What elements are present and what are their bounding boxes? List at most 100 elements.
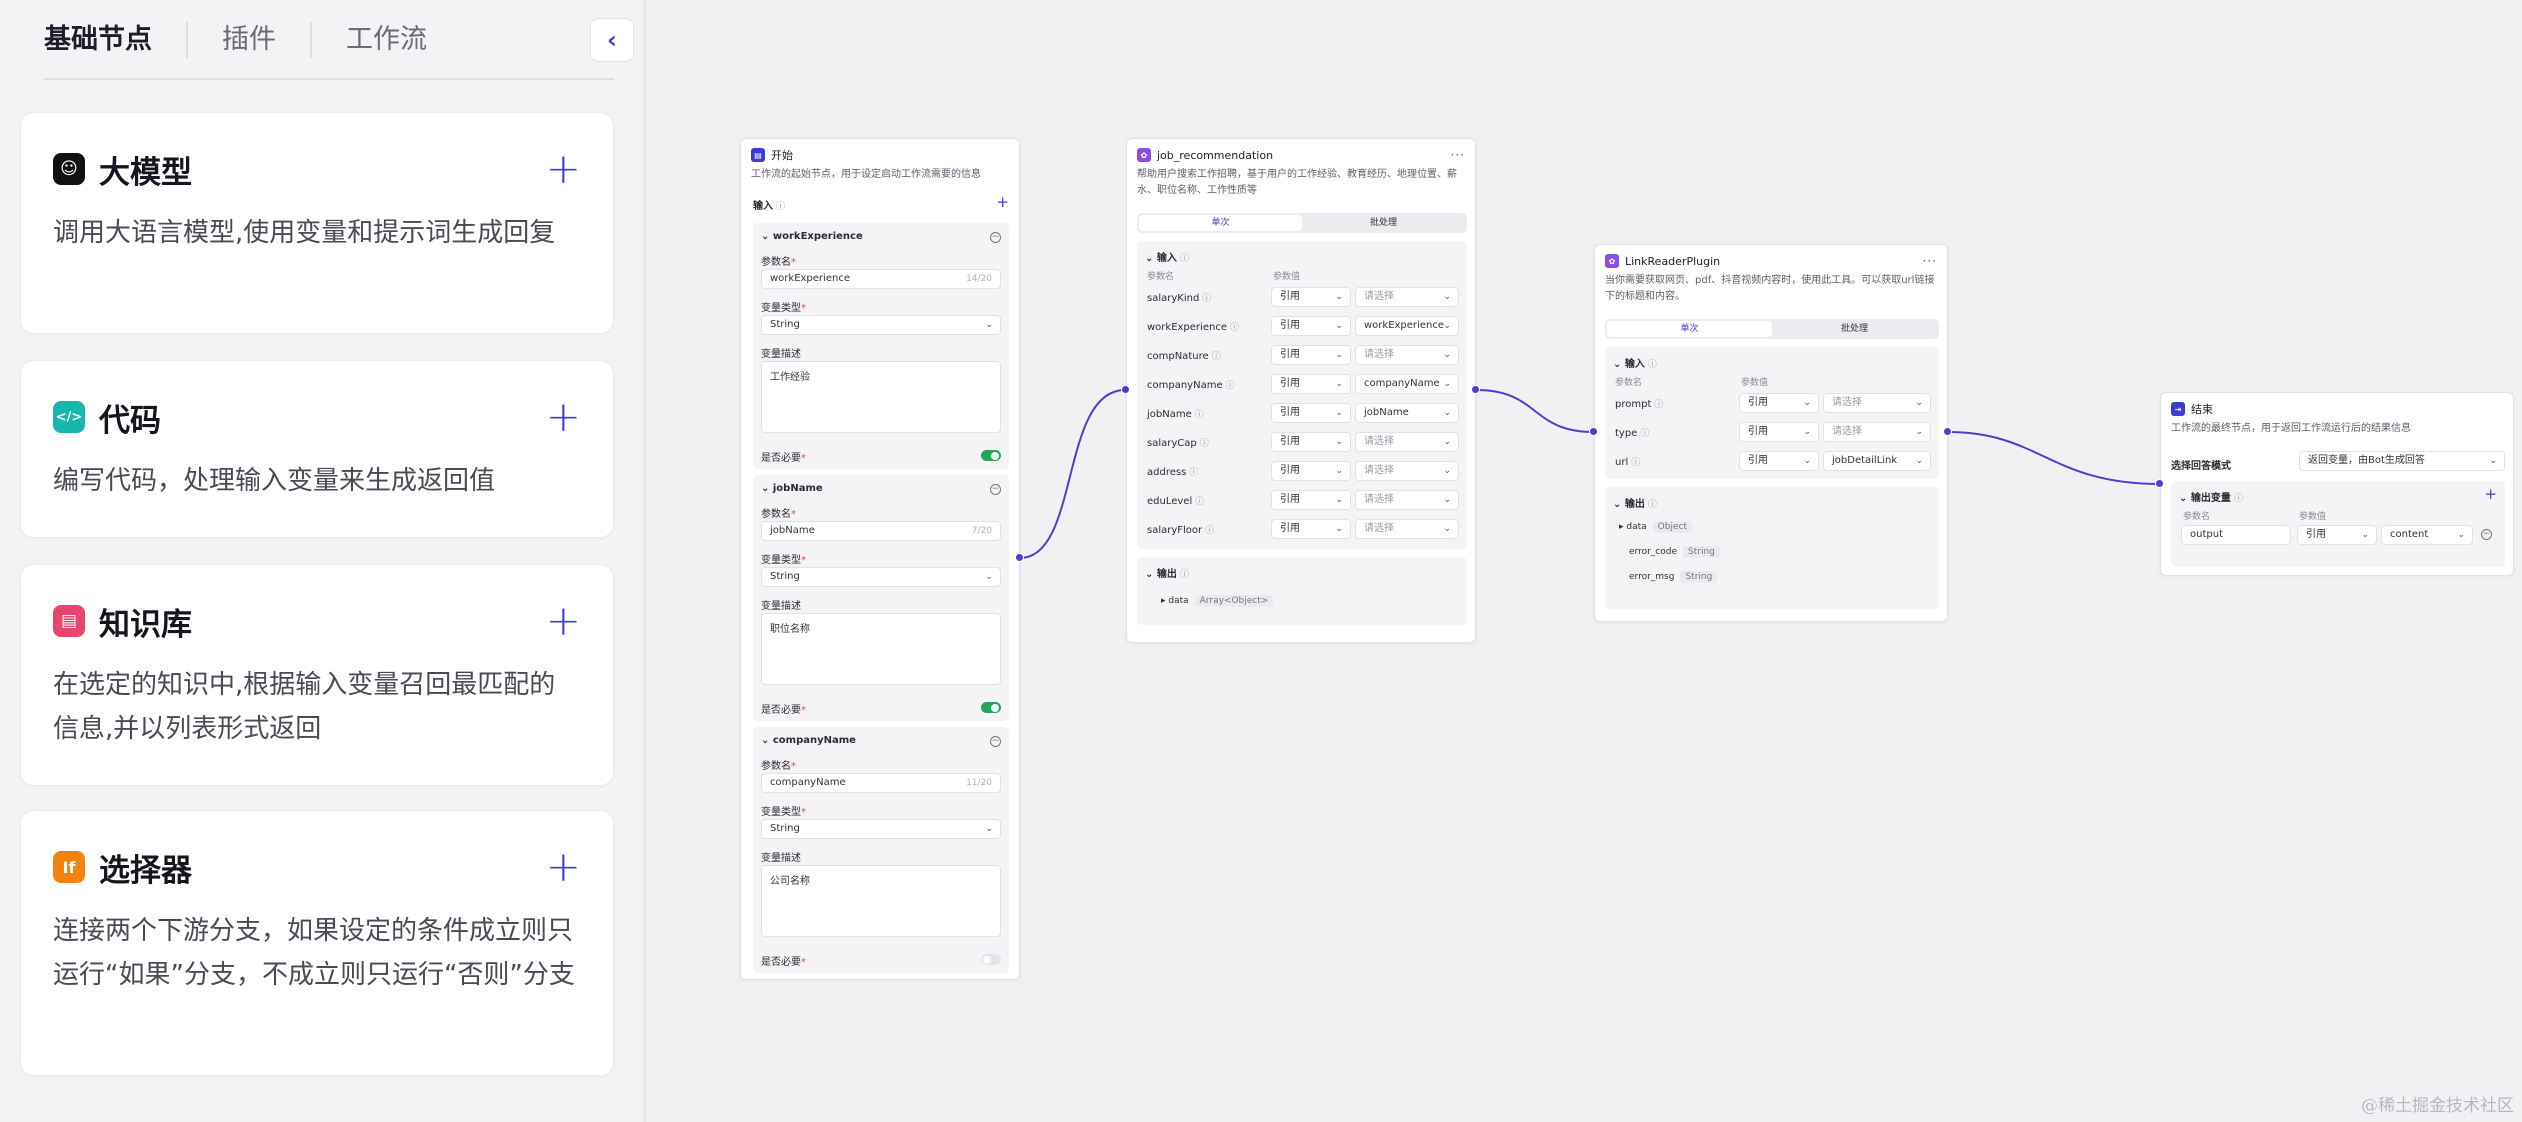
param-value-select[interactable]: workExperience ⌄ (1355, 316, 1459, 336)
wire-job-to-link[interactable] (1475, 389, 1595, 433)
param-header[interactable]: ⌄ jobName (761, 483, 823, 494)
tab-plugins[interactable]: 插件 (186, 22, 310, 58)
link-reader-node[interactable]: ✿ LinkReaderPlugin ··· 当你需要获取网页、pdf、抖音视频… (1594, 244, 1948, 622)
param-desc-textarea[interactable]: 职位名称 (761, 613, 1001, 685)
tab-single-run[interactable]: 单次 (1139, 215, 1302, 231)
ref-type-select[interactable]: 引用 ⌄ (1739, 422, 1819, 442)
ref-type-select[interactable]: 引用 ⌄ (1271, 374, 1351, 394)
more-icon[interactable]: ··· (1451, 148, 1465, 162)
param-desc-textarea[interactable]: 工作经验 (761, 361, 1001, 433)
collapse-sidebar-button[interactable]: ‹ (590, 18, 634, 62)
param-value-select[interactable]: 请选择 ⌄ (1823, 393, 1931, 413)
link-output-port[interactable] (1943, 427, 1952, 436)
output-row-error-code[interactable]: error_code String (1629, 546, 1720, 558)
required-toggle[interactable] (981, 954, 1001, 965)
ref-type-select[interactable]: 引用 ⌄ (1271, 287, 1351, 307)
remove-param-button[interactable]: − (990, 232, 1001, 243)
param-value-select[interactable]: 请选择 ⌄ (1823, 422, 1931, 442)
param-row-name-text: compNature (1147, 351, 1209, 362)
output-row-error-msg[interactable]: error_msg String (1629, 571, 1718, 583)
param-value-select[interactable]: 请选择 ⌄ (1355, 519, 1459, 539)
chevron-down-icon: ⌄ (1803, 398, 1811, 408)
output-ref-select[interactable]: 引用 ⌄ (2297, 525, 2377, 545)
more-icon[interactable]: ··· (1923, 254, 1937, 268)
ref-type-select[interactable]: 引用 ⌄ (1739, 451, 1819, 471)
end-node-desc: 工作流的最终节点，用于返回工作流运行后的结果信息 (2171, 423, 2411, 434)
param-type-label-text: 变量类型 (761, 303, 801, 314)
tab-batch-run[interactable]: 批处理 (1302, 215, 1465, 231)
param-value-select[interactable]: jobName ⌄ (1355, 403, 1459, 423)
param-desc-label: 变量描述 (761, 349, 801, 360)
card-code[interactable]: </> 代码 + 编写代码，处理输入变量来生成返回值 (20, 360, 614, 538)
tab-workflows[interactable]: 工作流 (310, 22, 461, 58)
param-header[interactable]: ⌄ companyName (761, 735, 856, 746)
card-knowledge[interactable]: ▤ 知识库 + 在选定的知识中,根据输入变量召回最匹配的信息,并以列表形式返回 (20, 564, 614, 786)
required-toggle[interactable] (981, 450, 1001, 461)
param-name-input[interactable]: jobName 7/20 (761, 521, 1001, 541)
link-input-port[interactable] (1589, 427, 1598, 436)
param-desc-textarea[interactable]: 公司名称 (761, 865, 1001, 937)
end-node[interactable]: ⇥ 结束 工作流的最终节点，用于返回工作流运行后的结果信息 选择回答模式 返回变… (2160, 392, 2514, 576)
param-value-select[interactable]: 请选择 ⌄ (1355, 490, 1459, 510)
param-row-name: companyName ⓘ (1147, 378, 1235, 391)
end-input-port[interactable] (2155, 479, 2164, 488)
ref-type-select[interactable]: 引用 ⌄ (1271, 519, 1351, 539)
ref-type-select[interactable]: 引用 ⌄ (1271, 316, 1351, 336)
output-row-data[interactable]: ▸ data Object (1619, 521, 1692, 533)
param-value-select[interactable]: 请选择 ⌄ (1355, 345, 1459, 365)
ref-type-select[interactable]: 引用 ⌄ (1271, 345, 1351, 365)
param-name-label-text: 参数名 (761, 509, 791, 520)
output-value-select[interactable]: content ⌄ (2381, 525, 2473, 545)
param-row-name: jobName ⓘ (1147, 407, 1204, 420)
param-value-select[interactable]: 请选择 ⌄ (1355, 432, 1459, 452)
link-input-label[interactable]: ⌄ 输入 ⓘ (1613, 355, 1657, 370)
job-input-port[interactable] (1121, 385, 1130, 394)
ref-type-select[interactable]: 引用 ⌄ (1271, 432, 1351, 452)
chevron-down-icon: ⌄ (1335, 350, 1343, 360)
ref-type-select[interactable]: 引用 ⌄ (1271, 461, 1351, 481)
wire-link-to-end[interactable] (1947, 431, 2161, 485)
param-type-select[interactable]: String ⌄ (761, 819, 1001, 839)
param-value-select[interactable]: companyName ⌄ (1355, 374, 1459, 394)
start-output-port[interactable] (1015, 553, 1024, 562)
ref-type-select[interactable]: 引用 ⌄ (1271, 490, 1351, 510)
param-name-input[interactable]: companyName 11/20 (761, 773, 1001, 793)
param-header[interactable]: ⌄ workExperience (761, 231, 863, 242)
tab-batch-run[interactable]: 批处理 (1772, 321, 1937, 337)
param-name-input[interactable]: workExperience 14/20 (761, 269, 1001, 289)
add-llm-button[interactable]: + (546, 148, 581, 190)
add-output-button[interactable]: + (2484, 487, 2497, 502)
card-llm[interactable]: ☺ 大模型 + 调用大语言模型,使用变量和提示词生成回复 (20, 112, 614, 334)
add-knowledge-button[interactable]: + (546, 600, 581, 642)
remove-param-button[interactable]: − (990, 484, 1001, 495)
required-toggle[interactable] (981, 702, 1001, 713)
tab-single-run[interactable]: 单次 (1607, 321, 1772, 337)
remove-param-button[interactable]: − (990, 736, 1001, 747)
ref-type-select[interactable]: 引用 ⌄ (1739, 393, 1819, 413)
param-type-select[interactable]: String ⌄ (761, 567, 1001, 587)
add-selector-button[interactable]: + (546, 846, 581, 888)
param-value-select[interactable]: 请选择 ⌄ (1355, 287, 1459, 307)
param-type-select[interactable]: String ⌄ (761, 315, 1001, 335)
end-output-label[interactable]: ⌄ 输出变量 ⓘ (2179, 489, 2243, 504)
start-node[interactable]: ▤ 开始 工作流的起始节点，用于设定启动工作流需要的信息 输入 ⓘ + ⌄ wor… (740, 138, 1020, 980)
output-row-data[interactable]: ▸ data Array<Object> (1161, 595, 1274, 607)
tab-basic-nodes[interactable]: 基础节点 (44, 22, 186, 58)
add-code-button[interactable]: + (546, 396, 581, 438)
wire-start-to-job[interactable] (1019, 389, 1126, 559)
card-selector[interactable]: If 选择器 + 连接两个下游分支，如果设定的条件成立则只运行“如果”分支，不成… (20, 810, 614, 1076)
ref-type-select[interactable]: 引用 ⌄ (1271, 403, 1351, 423)
add-input-button[interactable]: + (996, 195, 1009, 210)
job-input-label[interactable]: ⌄ 输入 ⓘ (1145, 249, 1189, 264)
remove-output-button[interactable]: − (2481, 529, 2492, 540)
param-row-name-text: url (1615, 457, 1629, 468)
job-output-port[interactable] (1471, 385, 1480, 394)
answer-mode-select[interactable]: 返回变量，由Bot生成回答 ⌄ (2299, 451, 2505, 471)
output-var-name-input[interactable]: output (2181, 525, 2291, 545)
job-output-label[interactable]: ⌄ 输出 ⓘ (1145, 565, 1189, 580)
link-output-label[interactable]: ⌄ 输出 ⓘ (1613, 495, 1657, 510)
param-value-select[interactable]: jobDetailLink ⌄ (1823, 451, 1931, 471)
param-value-select[interactable]: 请选择 ⌄ (1355, 461, 1459, 481)
ref-type-value: 引用 (1280, 494, 1300, 505)
job-recommendation-node[interactable]: ✿ job_recommendation ··· 帮助用户搜索工作招聘，基于用户… (1126, 138, 1476, 643)
